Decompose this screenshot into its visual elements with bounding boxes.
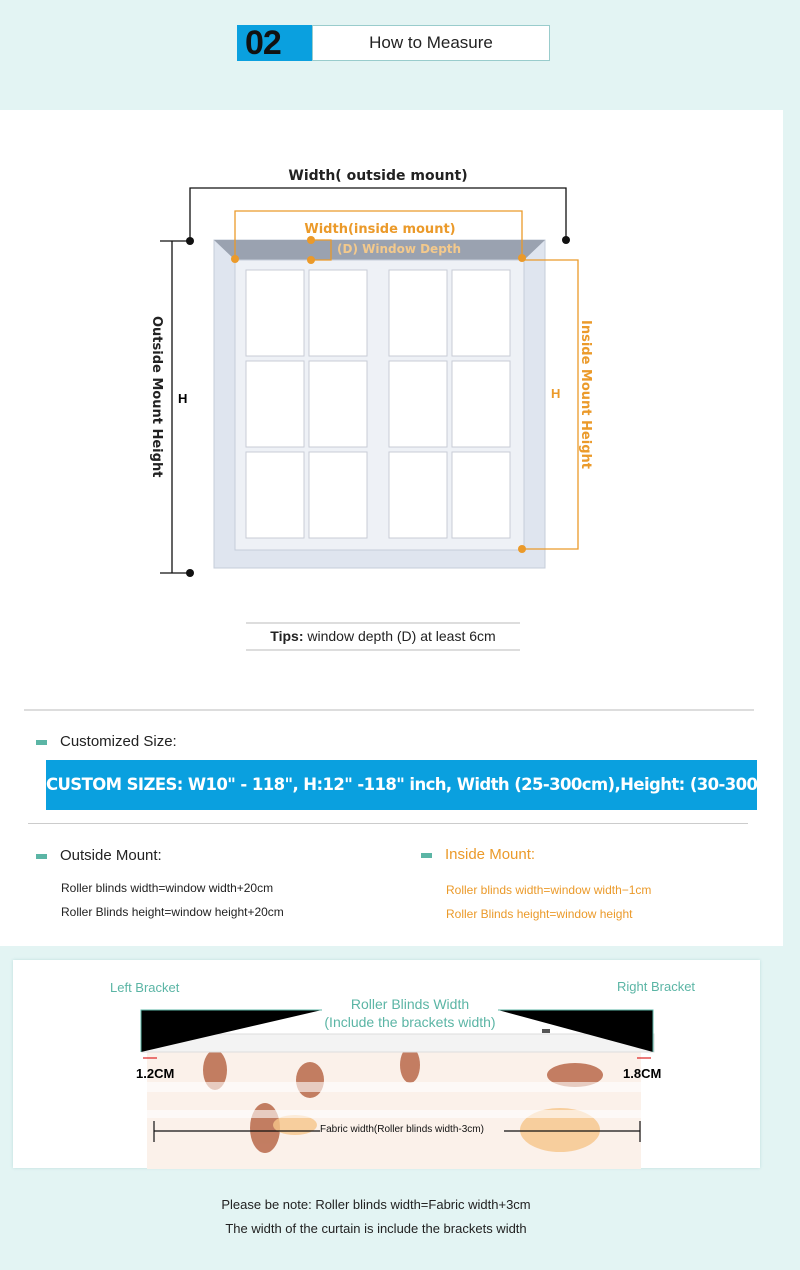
tips-label: Tips:: [270, 628, 304, 644]
divider: [24, 709, 754, 711]
left-bracket-cm: 1.2CM: [136, 1066, 175, 1081]
inside-mount-text: Inside Mount:: [445, 846, 536, 863]
inside-mount-heading: Inside Mount:: [421, 846, 535, 863]
inside-height-label: Inside Mount Height: [578, 320, 593, 469]
right-bracket-label: Right Bracket: [617, 979, 696, 994]
customized-size-text: Customized Size:: [60, 733, 177, 750]
bullet-icon: [36, 853, 47, 859]
inside-rule-height: Roller Blinds height=window height: [446, 907, 633, 921]
note-line-1: Please be note: Roller blinds width=Fabr…: [221, 1197, 531, 1212]
h-left-label: H: [178, 391, 188, 406]
divider: [28, 823, 748, 824]
width-inside-label: Width(inside mount): [304, 222, 456, 237]
depth-label: (D) Window Depth: [337, 242, 462, 256]
bullet-icon: [36, 739, 47, 745]
roller-width-title: Roller Blinds Width: [350, 996, 470, 1012]
roller-width-subtitle: (Include the brackets width): [324, 1014, 496, 1030]
outside-mount-text: Outside Mount:: [60, 847, 162, 864]
outside-rule-width: Roller blinds width=window width+20cm: [61, 881, 274, 895]
inside-rule-width: Roller blinds width=window width−1cm: [446, 883, 652, 897]
right-bracket-cm: 1.8CM: [623, 1066, 662, 1081]
customized-size-heading: Customized Size:: [36, 733, 177, 750]
left-bracket-label: Left Bracket: [110, 980, 180, 995]
note-line-2: The width of the curtain is include the …: [225, 1221, 527, 1236]
bullet-icon: [421, 852, 432, 858]
tips-text: window depth (D) at least 6cm: [303, 628, 496, 644]
outside-height-label: Outside Mount Height: [149, 316, 164, 478]
outside-mount-heading: Outside Mount:: [36, 847, 162, 864]
tips: Tips: window depth (D) at least 6cm: [246, 628, 520, 644]
outside-rule-height: Roller Blinds height=window height+20cm: [61, 905, 284, 919]
width-outside-label: Width( outside mount): [288, 168, 468, 184]
custom-sizes-banner: CUSTOM SIZES: W10" - 118", H:12" -118" i…: [46, 760, 757, 810]
fabric-width-label: Fabric width(Roller blinds width-3cm): [320, 1124, 484, 1135]
window-measure-diagram: [160, 187, 579, 651]
h-right-label: H: [551, 386, 561, 401]
